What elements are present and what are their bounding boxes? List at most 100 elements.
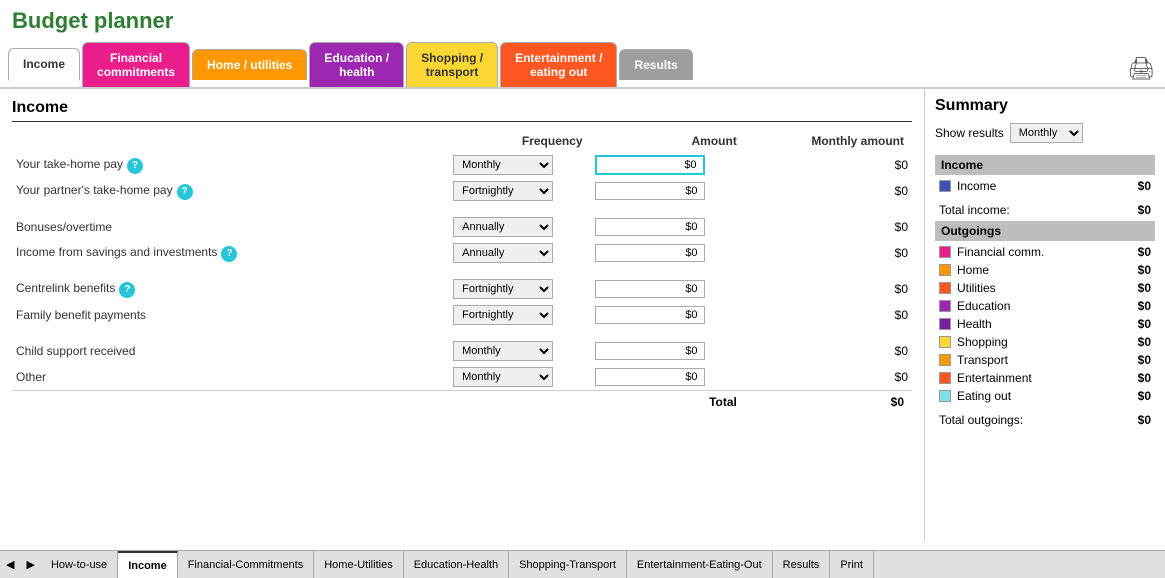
summary-item-value: $0 — [1138, 263, 1151, 277]
color-box — [939, 390, 951, 402]
color-box — [939, 318, 951, 330]
tab-income[interactable]: Income — [8, 48, 80, 81]
summary-total-income-label: Total income: — [939, 203, 1010, 217]
frequency-select[interactable]: MonthlyFortnightlyAnnuallyWeekly — [453, 155, 553, 175]
row-label: Bonuses/overtime — [12, 214, 449, 240]
amount-cell — [591, 276, 745, 302]
amount-input[interactable] — [595, 280, 705, 298]
summary-income-header: Income — [935, 155, 1155, 175]
table-row: Centrelink benefits? MonthlyFortnightlyA… — [12, 276, 912, 302]
frequency-cell: MonthlyFortnightlyAnnuallyWeekly — [449, 152, 590, 178]
help-icon[interactable]: ? — [119, 282, 135, 298]
bottom-tab-entertainment-eating-out[interactable]: Entertainment-Eating-Out — [627, 551, 773, 578]
show-results-select[interactable]: Monthly Annually — [1010, 123, 1083, 143]
table-row: Your partner's take-home pay? MonthlyFor… — [12, 178, 912, 204]
help-icon[interactable]: ? — [221, 246, 237, 262]
frequency-select[interactable]: MonthlyFortnightlyAnnuallyWeekly — [453, 341, 553, 361]
row-label: Child support received — [12, 338, 449, 364]
summary-item-value: $0 — [1138, 281, 1151, 295]
color-box — [939, 300, 951, 312]
frequency-select[interactable]: MonthlyFortnightlyAnnuallyWeekly — [453, 181, 553, 201]
summary-outgoing-item: Eating out $0 — [935, 387, 1155, 405]
help-icon[interactable]: ? — [177, 184, 193, 200]
bottom-tab-results[interactable]: Results — [773, 551, 831, 578]
amount-input[interactable] — [595, 306, 705, 324]
tab-home[interactable]: Home / utilities — [192, 49, 307, 80]
table-row: Your take-home pay? MonthlyFortnightlyAn… — [12, 152, 912, 178]
row-label: Other — [12, 364, 449, 391]
frequency-cell: MonthlyFortnightlyAnnuallyWeekly — [449, 240, 590, 266]
amount-cell — [591, 302, 745, 328]
summary-item-label: Utilities — [957, 281, 1138, 295]
summary-income-item: Income $0 — [935, 177, 1155, 195]
bottom-tab-income[interactable]: Income — [118, 551, 178, 578]
summary-item-value: $0 — [1138, 317, 1151, 331]
amount-input[interactable] — [595, 244, 705, 262]
frequency-select[interactable]: MonthlyFortnightlyAnnuallyWeekly — [453, 243, 553, 263]
monthly-amount-cell: $0 — [745, 178, 912, 204]
row-label: Family benefit payments — [12, 302, 449, 328]
tab-entertainment[interactable]: Entertainment / eating out — [500, 42, 617, 87]
summary-item-label: Transport — [957, 353, 1138, 367]
print-icon[interactable]: 🖨 — [1127, 56, 1155, 81]
summary-item-value: $0 — [1138, 299, 1151, 313]
frequency-select[interactable]: MonthlyFortnightlyAnnuallyWeekly — [453, 217, 553, 237]
row-label: Your partner's take-home pay? — [12, 178, 449, 204]
amount-cell — [591, 364, 745, 391]
summary-total-outgoings-row: Total outgoings: $0 — [935, 409, 1155, 431]
tab-shopping[interactable]: Shopping / transport — [406, 42, 498, 87]
monthly-amount-cell: $0 — [745, 338, 912, 364]
frequency-cell: MonthlyFortnightlyAnnuallyWeekly — [449, 178, 590, 204]
summary-outgoing-item: Health $0 — [935, 315, 1155, 333]
amount-input[interactable] — [595, 368, 705, 386]
color-box — [939, 264, 951, 276]
bottom-tab-education-health[interactable]: Education-Health — [404, 551, 509, 578]
tab-financial[interactable]: Financial commitments — [82, 42, 190, 87]
summary-item-label: Entertainment — [957, 371, 1138, 385]
show-results-row: Show results Monthly Annually — [935, 123, 1155, 143]
monthly-amount-cell: $0 — [745, 214, 912, 240]
help-icon[interactable]: ? — [127, 158, 143, 174]
bottom-tab-print[interactable]: Print — [830, 551, 874, 578]
section-title: Income — [12, 99, 912, 122]
row-label: Centrelink benefits? — [12, 276, 449, 302]
amount-cell — [591, 338, 745, 364]
nav-tabs: Income Financial commitments Home / util… — [0, 38, 1165, 89]
amount-input[interactable] — [595, 218, 705, 236]
summary-item-label: Shopping — [957, 335, 1138, 349]
frequency-cell: MonthlyFortnightlyAnnuallyWeekly — [449, 302, 590, 328]
amount-input[interactable] — [595, 342, 705, 360]
frequency-select[interactable]: MonthlyFortnightlyAnnuallyWeekly — [453, 279, 553, 299]
frequency-cell: MonthlyFortnightlyAnnuallyWeekly — [449, 338, 590, 364]
amount-cell — [591, 152, 745, 178]
bottom-tabs: ◀ ▶ How-to-useIncomeFinancial-Commitment… — [0, 550, 1165, 578]
income-table: Frequency Amount Monthly amount Your tak… — [12, 130, 912, 413]
tab-education[interactable]: Education / health — [309, 42, 404, 87]
tab-results[interactable]: Results — [619, 49, 692, 80]
bottom-tab-home-utilities[interactable]: Home-Utilities — [314, 551, 403, 578]
amount-header: Amount — [591, 130, 745, 152]
summary-outgoing-item: Transport $0 — [935, 351, 1155, 369]
frequency-header: Frequency — [449, 130, 590, 152]
bottom-tab-financial-commitments[interactable]: Financial-Commitments — [178, 551, 315, 578]
amount-input[interactable] — [595, 182, 705, 200]
next-nav[interactable]: ▶ — [20, 554, 40, 575]
summary-item-value: $0 — [1138, 245, 1151, 259]
bottom-tab-shopping-transport[interactable]: Shopping-Transport — [509, 551, 627, 578]
bottom-tab-how-to-use[interactable]: How-to-use — [41, 551, 118, 578]
table-row: Income from savings and investments? Mon… — [12, 240, 912, 266]
summary-total-outgoings-value: $0 — [1138, 413, 1151, 427]
summary-item-label: Financial comm. — [957, 245, 1138, 259]
amount-input[interactable] — [595, 155, 705, 175]
color-box — [939, 372, 951, 384]
amount-cell — [591, 178, 745, 204]
frequency-select[interactable]: MonthlyFortnightlyAnnuallyWeekly — [453, 305, 553, 325]
frequency-select[interactable]: MonthlyFortnightlyAnnuallyWeekly — [453, 367, 553, 387]
prev-nav[interactable]: ◀ — [0, 554, 20, 575]
summary-item-value: $0 — [1138, 389, 1151, 403]
summary-item-label: Education — [957, 299, 1138, 313]
table-row: Bonuses/overtime MonthlyFortnightlyAnnua… — [12, 214, 912, 240]
summary-item-label: Income — [957, 179, 1138, 193]
summary-item-label: Health — [957, 317, 1138, 331]
summary-outgoing-item: Entertainment $0 — [935, 369, 1155, 387]
